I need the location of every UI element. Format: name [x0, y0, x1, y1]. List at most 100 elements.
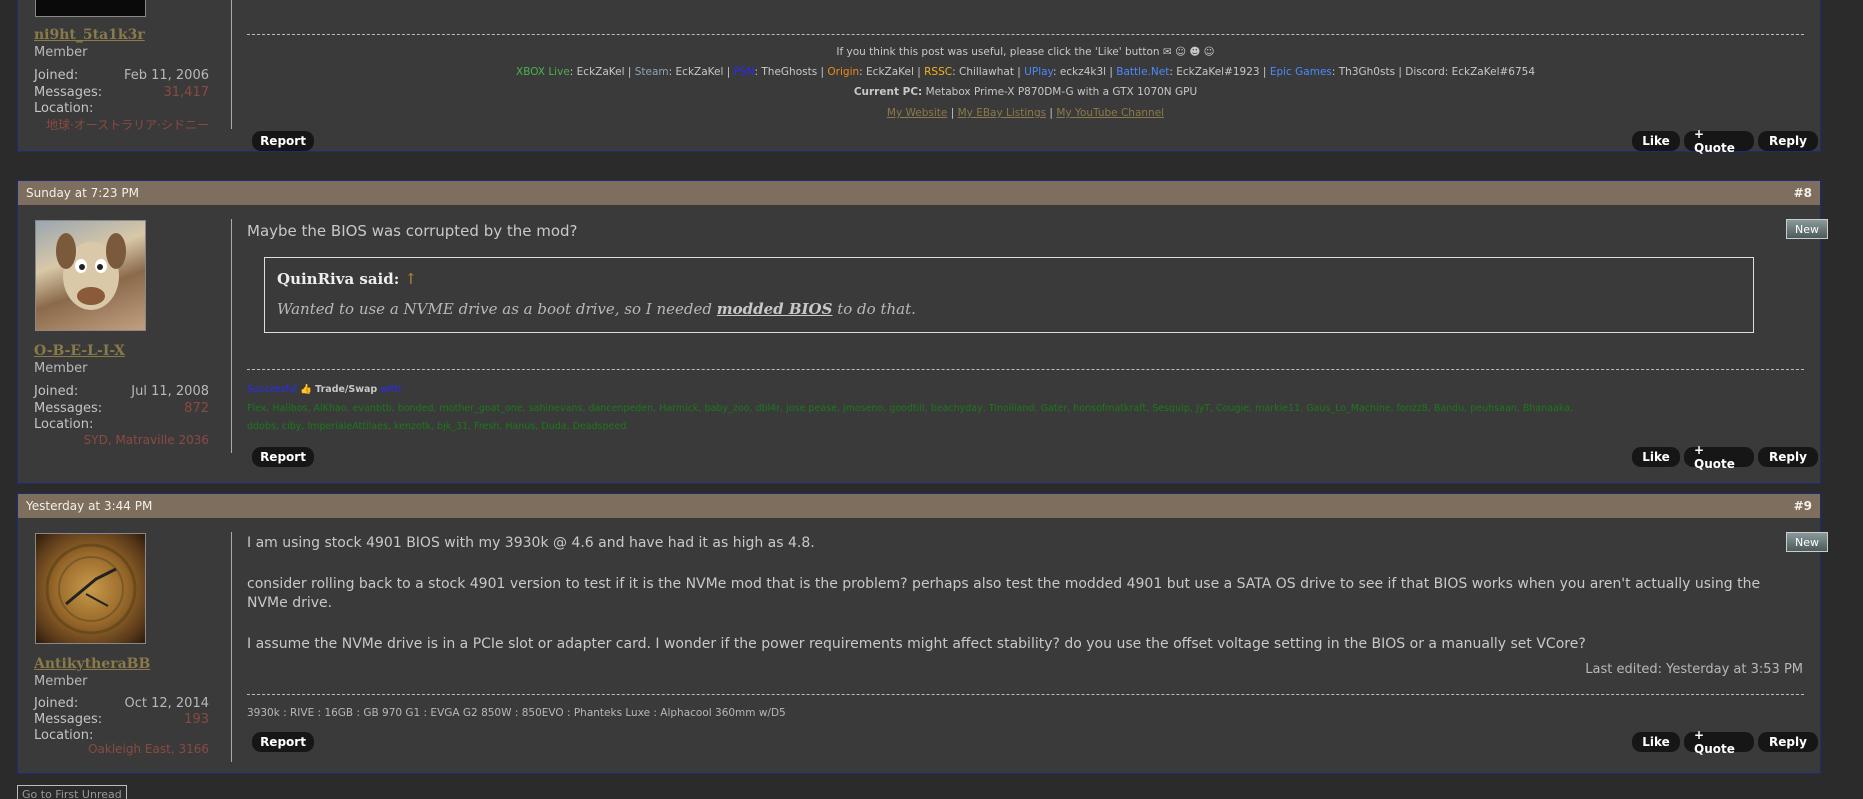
trade-names: Flex, Halibos, AlKhao, evanbtb, bonded, … — [247, 403, 1574, 432]
new-badge[interactable]: New — [1786, 219, 1828, 239]
signature-separator — [247, 34, 1804, 35]
gaming-id-value: EckZaKel — [866, 66, 914, 78]
messages-row: Messages: 872 — [34, 401, 209, 416]
modded-bios-link[interactable]: modded BIOS — [717, 300, 833, 318]
gaming-id-value: EckZaKel — [675, 66, 724, 78]
avatar[interactable] — [35, 220, 146, 331]
message-count[interactable]: 31,417 — [164, 85, 210, 100]
last-edited: Last edited: Yesterday at 3:53 PM — [1585, 662, 1803, 677]
go-to-first-unread-button[interactable]: Go to First Unread — [17, 785, 127, 799]
post-message: Maybe the BIOS was corrupted by the mod? — [247, 222, 578, 240]
gaming-service-label: XBOX Live — [516, 66, 570, 78]
location-row: Location: — [34, 101, 94, 116]
avatar-image — [45, 543, 137, 635]
gaming-service-label: UPlay — [1024, 66, 1053, 78]
quote-text: Wanted to use a NVME drive as a boot dri… — [277, 300, 916, 318]
quote-button[interactable]: + Quote — [1684, 728, 1754, 756]
gaming-service-label: Discord — [1405, 66, 1445, 78]
post-paragraph-2: consider rolling back to a stock 4901 ve… — [247, 576, 1761, 611]
like-button[interactable]: Like — [1632, 447, 1680, 467]
quote-block: QuinRiva said: ↑ Wanted to use a NVME dr… — [264, 257, 1754, 333]
signature: 3930k : RIVE : 16GB : GB 970 G1 : EVGA G… — [247, 707, 786, 719]
location-row: Location: — [34, 728, 94, 743]
signature-links: My Website | My EBay Listings | My YouTu… — [886, 107, 1165, 119]
user-role: Member — [34, 361, 88, 376]
avatar[interactable] — [35, 533, 146, 644]
gaming-id-value: eckz4k3l — [1059, 66, 1107, 78]
messages-row: Messages: 31,417 — [34, 85, 209, 100]
location-row: Location: — [34, 417, 94, 432]
gaming-id-value: EckZaKel — [576, 66, 625, 78]
message-count[interactable]: 872 — [184, 401, 209, 416]
signature: Successful 👍 Trade/Swap with: Flex, Hali… — [247, 380, 1804, 436]
location-value[interactable]: SYD, Matraville 2036 — [34, 433, 209, 447]
new-badge[interactable]: New — [1786, 532, 1828, 552]
reply-button[interactable]: Reply — [1758, 732, 1818, 752]
gaming-id-value: Th3Gh0sts — [1338, 66, 1396, 78]
user-role: Member — [34, 45, 88, 60]
post-header: Yesterday at 3:44 PM #9 — [18, 494, 1820, 518]
gaming-id-value: EckZaKel#6754 — [1451, 66, 1535, 78]
reply-button[interactable]: Reply — [1758, 131, 1818, 151]
trade-line: Successful 👍 Trade/Swap with: — [247, 384, 404, 395]
gaming-id-value: TheGhosts — [761, 66, 818, 78]
location-value[interactable]: 地球·オーストラリア·シドニー — [34, 116, 209, 133]
like-button[interactable]: Like — [1632, 732, 1680, 752]
post-header: Sunday at 7:23 PM #8 — [18, 181, 1820, 205]
post-number[interactable]: #9 — [1794, 499, 1812, 513]
reply-button[interactable]: Reply — [1758, 447, 1818, 467]
post-9: Yesterday at 3:44 PM #9 New AntikytheraB… — [17, 493, 1828, 774]
gaming-service-label: Epic Games — [1269, 66, 1332, 78]
post-date[interactable]: Sunday at 7:23 PM — [26, 186, 139, 200]
report-button[interactable]: Report — [252, 131, 314, 151]
report-button[interactable]: Report — [252, 732, 314, 752]
current-pc: Current PC: Metabox Prime-X P870DM-G wit… — [853, 86, 1198, 98]
smiley-icons: ✉ ☺ ☻ ☺ — [1162, 46, 1215, 58]
gaming-ids: XBOX Live: EckZaKel | Steam: EckZaKel | … — [516, 66, 1535, 78]
thumbs-up-icon: 👍 — [300, 384, 313, 395]
link-website[interactable]: My Website — [887, 107, 947, 119]
quote-button[interactable]: + Quote — [1684, 127, 1754, 155]
up-arrow-icon[interactable]: ↑ — [405, 270, 418, 288]
link-youtube[interactable]: My YouTube Channel — [1056, 107, 1164, 119]
post-paragraph-3: I assume the NVMe drive is in a PCIe slo… — [247, 636, 1586, 652]
signature-separator — [247, 694, 1804, 695]
divider — [231, 0, 232, 129]
username[interactable]: O-B-E-L-I-X — [34, 343, 125, 359]
joined-date: Feb 11, 2006 — [123, 68, 209, 83]
joined-row: Joined: Feb 11, 2006 — [34, 68, 209, 83]
link-ebay[interactable]: My EBay Listings — [958, 107, 1047, 119]
quote-author: QuinRiva said: ↑ — [277, 270, 418, 288]
user-role: Member — [34, 674, 88, 689]
messages-row: Messages: 193 — [34, 712, 209, 727]
quote-button[interactable]: + Quote — [1684, 443, 1754, 471]
post-paragraph-1: I am using stock 4901 BIOS with my 3930k… — [247, 535, 815, 551]
gaming-id-value: EckZaKel#1923 — [1176, 66, 1260, 78]
gaming-service-label: Origin — [827, 66, 860, 78]
post-7: ni9ht_5ta1k3r Member Joined: Feb 11, 2006… — [17, 0, 1821, 155]
username[interactable]: ni9ht_5ta1k3r — [34, 27, 145, 43]
divider — [231, 219, 232, 453]
gaming-service-label: RSSC — [924, 66, 953, 78]
post-number[interactable]: #8 — [1794, 186, 1812, 200]
signature-separator — [247, 369, 1804, 370]
divider — [231, 532, 232, 762]
like-button[interactable]: Like — [1632, 131, 1680, 151]
report-button[interactable]: Report — [252, 447, 314, 467]
username[interactable]: AntikytheraBB — [34, 656, 150, 672]
joined-date: Jul 11, 2008 — [131, 384, 209, 399]
joined-date: Oct 12, 2014 — [124, 696, 210, 711]
post-8: Sunday at 7:23 PM #8 New O-B-E-L-I-X Mem… — [17, 180, 1828, 484]
joined-row: Joined: Jul 11, 2008 — [34, 384, 209, 399]
gaming-service-label: Battle.Net — [1116, 66, 1170, 78]
post-date[interactable]: Yesterday at 3:44 PM — [26, 499, 152, 513]
location-value[interactable]: Oakleigh East, 3166 — [34, 742, 209, 756]
avatar-image — [56, 233, 126, 310]
like-hint: If you think this post was useful, pleas… — [836, 46, 1215, 58]
gaming-service-label: PSN — [733, 66, 755, 78]
joined-row: Joined: Oct 12, 2014 — [34, 696, 209, 711]
message-count[interactable]: 193 — [184, 712, 209, 727]
avatar[interactable] — [35, 0, 146, 17]
gaming-service-label: Steam — [634, 66, 669, 78]
gaming-id-value: Chillawhat — [958, 66, 1014, 78]
